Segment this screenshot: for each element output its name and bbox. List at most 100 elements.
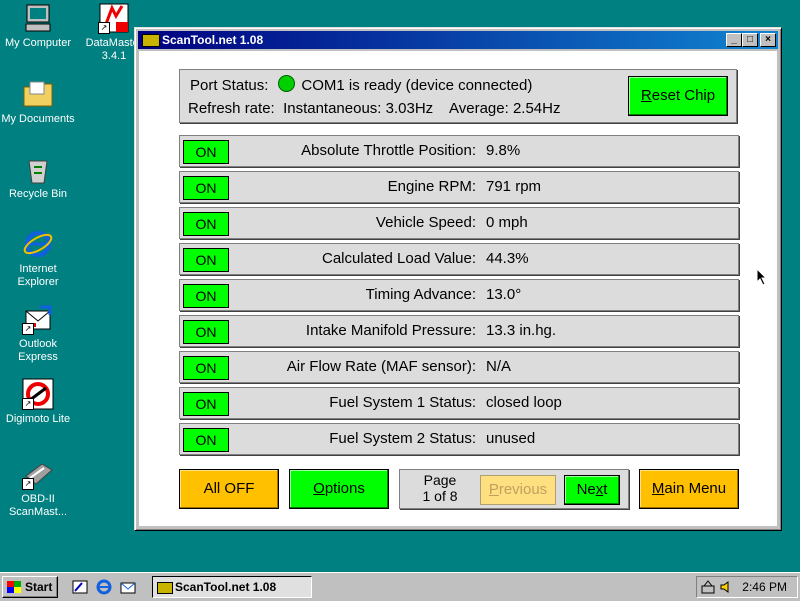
- scantool-app-icon: [142, 34, 160, 47]
- pid-toggle-button[interactable]: ON: [183, 356, 229, 380]
- pid-toggle-button[interactable]: ON: [183, 392, 229, 416]
- datamaster-icon: ↗: [98, 2, 130, 34]
- port-status-value: COM1 is ready (device connected): [301, 77, 533, 94]
- desktop-icon-internet-explorer[interactable]: Internet Explorer: [0, 228, 76, 289]
- main-menu-label: ain Menu: [664, 480, 727, 497]
- previous-label: revious: [498, 481, 548, 498]
- reset-chip-label: eset Chip: [651, 87, 716, 104]
- shortcut-arrow-icon: ↗: [98, 22, 110, 34]
- taskbar-scantool-label: ScanTool.net 1.08: [175, 580, 277, 594]
- show-desktop-icon[interactable]: [72, 579, 88, 595]
- pid-toggle-button[interactable]: ON: [183, 284, 229, 308]
- start-label: Start: [25, 580, 53, 594]
- previous-mnemonic: P: [488, 481, 499, 498]
- pid-toggle-button[interactable]: ON: [183, 428, 229, 452]
- desktop-icon-recycle-bin[interactable]: Recycle Bin: [0, 153, 76, 201]
- refresh-rate-row: Refresh rate: Instantaneous: 3.03Hz Aver…: [188, 100, 560, 117]
- shortcut-arrow-icon: ↗: [22, 323, 34, 335]
- desktop-icon-label: My Documents: [1, 113, 75, 125]
- options-label: ptions: [324, 480, 365, 497]
- status-led-icon: [278, 75, 296, 92]
- windows-logo-icon: [7, 581, 21, 593]
- pid-row: ON Vehicle Speed: 0 mph: [179, 207, 739, 239]
- pid-label: Intake Manifold Pressure:: [305, 322, 476, 339]
- pid-value: 13.0°: [486, 286, 522, 303]
- obd-scanmaster-icon: ↗: [22, 458, 54, 490]
- pid-row: ON Timing Advance: 13.0°: [179, 279, 739, 311]
- reset-chip-mnemonic: R: [640, 87, 652, 104]
- desktop-icon-label: Internet Explorer: [17, 263, 59, 288]
- pid-label: Engine RPM:: [387, 178, 476, 195]
- page-label: Page: [423, 472, 457, 488]
- pid-label: Absolute Throttle Position:: [301, 142, 476, 159]
- scantool-window: ScanTool.net 1.08 _ □ × Port Status: COM1…: [134, 27, 782, 531]
- outlook-express-quicklaunch-icon[interactable]: [120, 579, 136, 595]
- pid-value: 0 mph: [486, 214, 528, 231]
- pid-label: Vehicle Speed:: [375, 214, 476, 231]
- next-label-start: Ne: [576, 481, 596, 498]
- network-tray-icon[interactable]: [701, 580, 715, 594]
- window-client-area: Port Status: COM1 is ready (device connec…: [139, 51, 777, 526]
- pid-label: Timing Advance:: [365, 286, 476, 303]
- outlook-express-icon: ↗: [22, 303, 54, 335]
- folder-icon: [22, 78, 54, 110]
- page-indicator: Page 1 of 8: [410, 472, 470, 504]
- all-off-button[interactable]: All OFF: [179, 469, 279, 509]
- desktop-icon-my-documents[interactable]: My Documents: [0, 78, 76, 126]
- pid-value: 13.3 in.hg.: [486, 322, 557, 339]
- next-button[interactable]: Next: [564, 475, 620, 505]
- pid-row: ON Fuel System 2 Status: unused: [179, 423, 739, 455]
- volume-tray-icon[interactable]: [719, 580, 733, 594]
- desktop-icon-label: Outlook Express: [18, 338, 58, 363]
- pid-label: Calculated Load Value:: [322, 250, 476, 267]
- desktop-icon-my-computer[interactable]: My Computer: [0, 2, 76, 50]
- pid-row: ON Intake Manifold Pressure: 13.3 in.hg.: [179, 315, 739, 347]
- port-status-panel: Port Status: COM1 is ready (device connec…: [179, 69, 737, 123]
- page-count: 1 of 8: [422, 488, 458, 504]
- pid-value: 9.8%: [486, 142, 521, 159]
- pid-value: unused: [486, 430, 536, 447]
- start-button[interactable]: Start: [2, 576, 58, 598]
- refresh-rate-label: Refresh rate:: [188, 100, 275, 117]
- pid-toggle-button[interactable]: ON: [183, 140, 229, 164]
- pid-value: closed loop: [486, 394, 562, 411]
- internet-explorer-quicklaunch-icon[interactable]: [96, 579, 112, 595]
- shortcut-arrow-icon: ↗: [22, 398, 34, 410]
- desktop-icon-label: Digimoto Lite: [5, 413, 71, 425]
- desktop-icon-obd-scanmaster[interactable]: ↗ OBD-II ScanMast...: [0, 458, 76, 519]
- refresh-rate-instantaneous: Instantaneous: 3.03Hz: [283, 100, 434, 117]
- pid-toggle-button[interactable]: ON: [183, 320, 229, 344]
- recycle-bin-icon: [22, 153, 54, 185]
- pid-row: ON Fuel System 1 Status: closed loop: [179, 387, 739, 419]
- pid-row: ON Engine RPM: 791 rpm: [179, 171, 739, 203]
- refresh-rate-average: Average: 2.54Hz: [449, 100, 561, 117]
- pid-toggle-button[interactable]: ON: [183, 248, 229, 272]
- pid-label: Air Flow Rate (MAF sensor):: [286, 358, 476, 375]
- reset-chip-button[interactable]: Reset Chip: [628, 76, 728, 116]
- internet-explorer-icon: [22, 228, 54, 260]
- close-button[interactable]: ×: [760, 33, 776, 47]
- desktop-icon-digimoto[interactable]: ↗ Digimoto Lite: [0, 378, 76, 426]
- desktop-icon-label: Recycle Bin: [8, 188, 68, 200]
- window-titlebar[interactable]: ScanTool.net 1.08 _ □ ×: [138, 31, 778, 49]
- pid-value: 44.3%: [486, 250, 529, 267]
- pid-value: N/A: [486, 358, 512, 375]
- desktop-icon-label: My Computer: [4, 37, 72, 49]
- next-label-end: t: [603, 481, 608, 498]
- options-button[interactable]: Options: [289, 469, 389, 509]
- main-menu-mnemonic: M: [651, 480, 665, 497]
- pid-label: Fuel System 2 Status:: [329, 430, 476, 447]
- desktop-icon-outlook-express[interactable]: ↗ Outlook Express: [0, 303, 76, 364]
- port-status-row: Port Status: COM1 is ready (device connec…: [190, 75, 532, 94]
- maximize-button[interactable]: □: [742, 33, 758, 47]
- pid-toggle-button[interactable]: ON: [183, 176, 229, 200]
- desktop-icon-label: OBD-II ScanMast...: [8, 493, 68, 518]
- previous-button[interactable]: Previous: [480, 475, 556, 505]
- pid-toggle-button[interactable]: ON: [183, 212, 229, 236]
- taskbar-scantool-button[interactable]: ScanTool.net 1.08: [152, 576, 312, 598]
- window-title: ScanTool.net 1.08: [162, 33, 264, 47]
- taskbar-clock[interactable]: 2:46 PM: [742, 577, 787, 597]
- minimize-button[interactable]: _: [726, 33, 742, 47]
- pid-row: ON Absolute Throttle Position: 9.8%: [179, 135, 739, 167]
- main-menu-button[interactable]: Main Menu: [639, 469, 739, 509]
